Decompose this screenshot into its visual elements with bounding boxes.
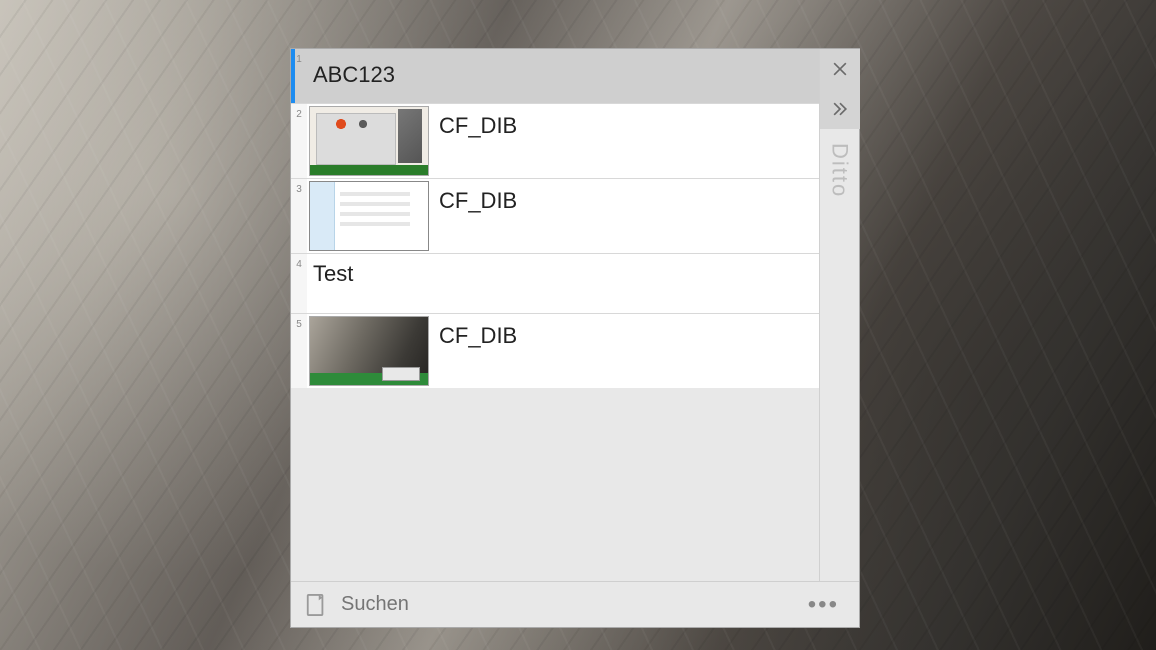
clip-label: CF_DIB <box>435 314 525 352</box>
clip-index: 1 <box>291 49 307 103</box>
clip-index: 2 <box>291 104 307 178</box>
clip-item-1[interactable]: 1 ABC123 <box>291 49 819 103</box>
expand-button[interactable] <box>820 89 860 129</box>
paste-icon[interactable] <box>305 592 327 618</box>
clip-index: 4 <box>291 254 307 313</box>
more-button[interactable]: ••• <box>802 599 845 611</box>
search-input[interactable] <box>341 593 788 616</box>
footer-bar: ••• <box>291 581 859 627</box>
close-button[interactable] <box>820 49 860 89</box>
right-rail: Ditto <box>819 49 859 581</box>
clip-index: 3 <box>291 179 307 253</box>
chevrons-right-icon <box>830 99 850 119</box>
ditto-window: 1 ABC123 2 CF_DIB 3 CF_DIB 4 Test 5 CF_D… <box>290 48 860 628</box>
app-title: Ditto <box>827 143 853 198</box>
more-icon: ••• <box>808 591 839 618</box>
clip-thumbnail <box>309 181 429 251</box>
close-icon <box>830 59 850 79</box>
clip-thumbnail <box>309 106 429 176</box>
clip-label: CF_DIB <box>435 179 525 217</box>
main-area: 1 ABC123 2 CF_DIB 3 CF_DIB 4 Test 5 CF_D… <box>291 49 859 581</box>
clip-thumbnail <box>309 316 429 386</box>
clip-index: 5 <box>291 314 307 388</box>
empty-area <box>291 388 819 581</box>
clip-item-5[interactable]: 5 CF_DIB <box>291 313 819 388</box>
clip-label: CF_DIB <box>435 104 525 142</box>
clip-item-2[interactable]: 2 CF_DIB <box>291 103 819 178</box>
clip-label: Test <box>307 254 361 290</box>
clip-label: ABC123 <box>307 49 403 91</box>
clip-list: 1 ABC123 2 CF_DIB 3 CF_DIB 4 Test 5 CF_D… <box>291 49 819 581</box>
clip-item-3[interactable]: 3 CF_DIB <box>291 178 819 253</box>
clip-item-4[interactable]: 4 Test <box>291 253 819 313</box>
